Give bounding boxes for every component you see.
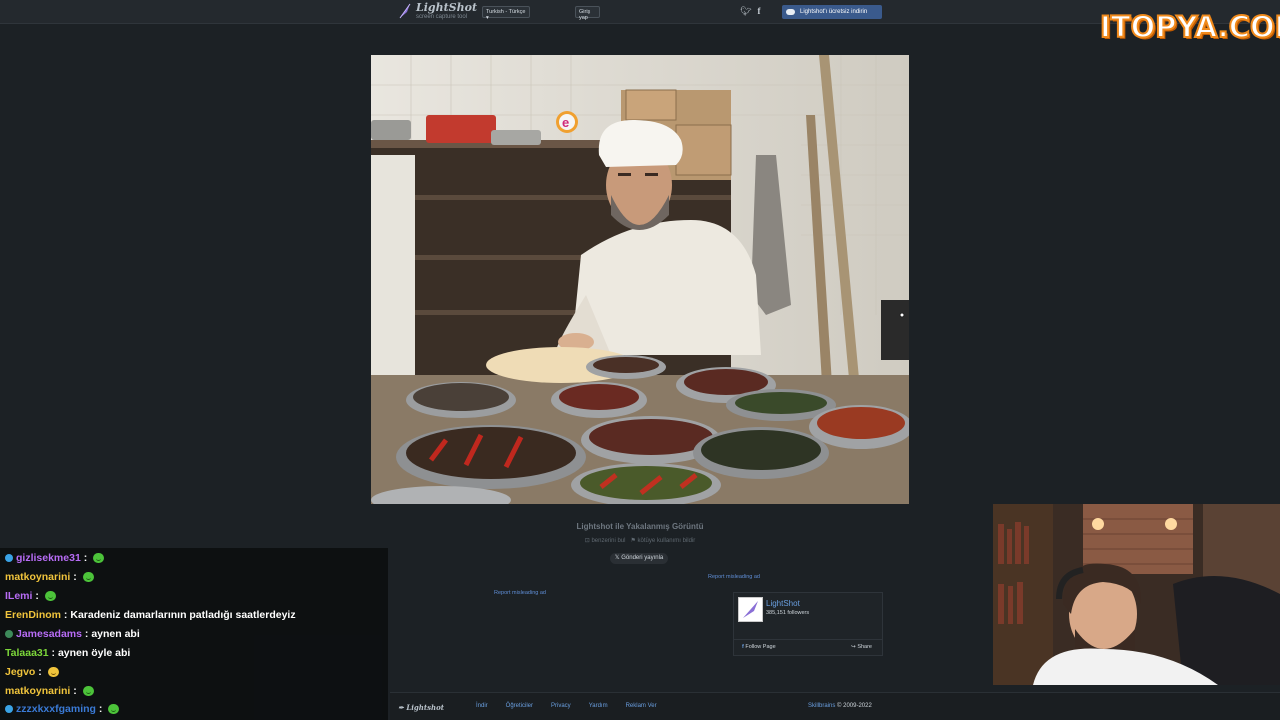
find-similar-link[interactable]: benzerini bul [591,538,625,544]
footer-link-advertise[interactable]: Reklam Ver [626,703,657,709]
follow-page-button[interactable]: f Follow Page [742,644,776,650]
chat-message: matkoynarini : [5,685,94,697]
copyright-text: © 2009-2022 [837,703,872,709]
footer-logo[interactable]: ✒ Lightshot [398,703,444,712]
thinking-emote-icon [47,667,59,677]
login-button[interactable]: Giriş yap [575,6,600,21]
facebook-icon[interactable]: f [757,6,760,17]
skillbrains-link[interactable]: Skillbrains [808,703,835,709]
logo-tagline: screen capture tool [416,14,468,20]
chat-badge-icon [5,705,13,713]
emote-icon [82,686,94,696]
emote-icon [108,704,120,714]
lightshot-page-avatar[interactable] [738,597,763,622]
post-to-x-button[interactable]: 𝕏 Gönderi yayınla [610,553,668,564]
flag-icon: ⚑ [630,538,636,544]
chat-message: Talaaa31 : aynen öyle abi [5,647,131,659]
cloud-download-icon [786,9,795,15]
lightshot-logo[interactable]: LightShot screen capture tool [398,1,478,21]
chat-username[interactable]: gizlisekme31 [16,552,81,564]
footer-link-help[interactable]: Yardım [589,703,608,709]
chat-username[interactable]: ILemi [5,590,32,602]
chat-username[interactable]: Jamesadams [16,628,82,640]
emote-icon [93,553,105,563]
emote-icon [82,572,94,582]
language-value: Turkish - Türkçe [486,9,526,15]
chat-username[interactable]: ErenDinom [5,609,61,621]
footer-link-download[interactable]: İndir [476,703,488,709]
chat-message: gizlisekme31 : [5,552,105,564]
x-icon: 𝕏 [614,555,620,561]
twitter-icon[interactable]: 🐦︎ [740,6,751,17]
fb-page-name[interactable]: LightShot [766,599,800,608]
share-icon: ↪ [851,644,856,650]
chat-username[interactable]: zzzxkxxfgaming [16,703,96,715]
chevron-down-icon: ▾ [486,15,489,21]
emote-icon [44,591,56,601]
fb-actions-bar: f Follow Page ↪ Share [734,639,882,655]
report-ad-link-left[interactable]: Report misleading ad [494,590,546,596]
lightshot-header: LightShot screen capture tool Turkish - … [0,0,1280,24]
footer-copyright: Skillbrains © 2009-2022 [808,703,872,709]
feather-icon [743,601,758,618]
post-to-x-label: Gönderi yayınla [621,555,664,561]
chat-text: aynen öyle abi [57,647,131,659]
feather-icon [399,3,411,19]
image-actions: ⊡ benzerini bul ⚑ kötüye kullanımı bildi… [371,537,909,544]
facebook-icon: f [742,644,744,650]
footer-links: İndir Öğreticiler Privacy Yardım Reklam … [476,703,657,709]
search-icon: ⊡ [584,538,590,544]
chat-message: Jamesadams : aynen abi [5,628,140,640]
download-button[interactable]: Lightshot'ı ücretsiz indirin [782,5,882,19]
fb-followers: 385,151 followers [766,610,810,616]
share-button[interactable]: ↪ Share [851,644,872,650]
social-links: 🐦︎ f [740,6,760,17]
report-ad-link-right[interactable]: Report misleading ad [708,574,760,580]
share-label: Share [857,644,872,650]
language-select[interactable]: Turkish - Türkçe ▾ [482,6,530,21]
chat-text: aynen abi [91,628,140,640]
chat-message: ILemi : [5,590,56,602]
page-footer: ✒ Lightshot İndir Öğreticiler Privacy Ya… [390,692,1280,720]
chat-message: zzzxkxxfgaming : [5,703,120,715]
svg-text:e: e [562,115,569,130]
footer-link-privacy[interactable]: Privacy [551,703,571,709]
page-title: Lightshot ile Yakalanmış Görüntü [576,522,704,531]
chat-message: Jegvo : [5,666,59,678]
chat-username[interactable]: matkoynarini [5,685,70,697]
chat-username[interactable]: matkoynarini [5,571,70,583]
chat-username[interactable]: Jegvo [5,666,35,678]
download-label: Lightshot'ı ücretsiz indirin [800,9,868,15]
facebook-page-widget: LightShot 385,151 followers f Follow Pag… [733,592,883,656]
follow-page-label: Follow Page [745,644,776,650]
report-abuse-link[interactable]: kötüye kullanımı bildir [638,538,696,544]
chat-badge-icon [5,554,13,562]
streamer-webcam [993,504,1280,685]
chat-username[interactable]: Talaaa31 [5,647,49,659]
chat-message: matkoynarini : [5,571,94,583]
itopya-watermark: ITOPYA.COM [1099,9,1280,45]
footer-link-tutorials[interactable]: Öğreticiler [506,703,533,709]
logo-name: LightShot [416,1,478,14]
chat-message: ErenDinom : Karadeniz damarlarının patla… [5,609,296,621]
stream-chat-overlay: gizlisekme31 : matkoynarini : ILemi : Er… [0,548,388,720]
chat-badge-icon [5,630,13,638]
footer-logo-text: Lightshot [406,703,445,712]
chat-text: Karadeniz damarlarının patladığı saatler… [70,609,296,621]
captured-screenshot-image[interactable]: e [371,55,909,504]
